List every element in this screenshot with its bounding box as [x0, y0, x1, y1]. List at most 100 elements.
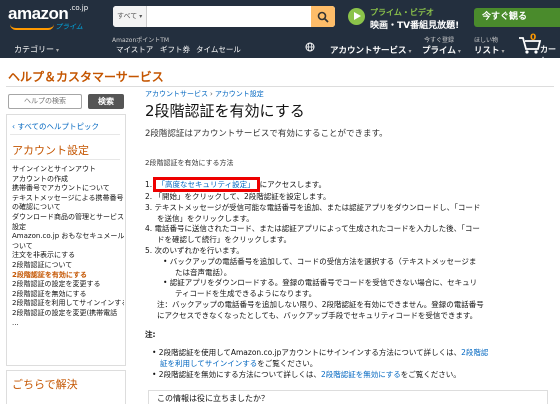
sidebar-topic-list: サインインとサインアウト アカウントの作成 携帯番号でアカウントについて テキス… [12, 165, 124, 328]
sidebar-item[interactable]: テキストメッセージによる携帯番号 [12, 194, 124, 204]
sidebar-item[interactable]: 2段階認証を無効にする [12, 290, 124, 300]
breadcrumb-separator: › [210, 90, 213, 98]
note-text: • 2段階認証を無効にする方法について詳しくは、 [152, 370, 321, 379]
sidebar-heading-2: ごちらで解決 [12, 378, 78, 391]
sidebar-item[interactable]: ダウンロード商品の管理とサービス [12, 213, 124, 223]
note-text: をご覧ください。 [400, 370, 461, 379]
signin-2sv-link[interactable]: 2段階認 [461, 348, 488, 357]
chevron-down-icon: ▾ [139, 13, 143, 20]
search-button[interactable] [311, 6, 335, 27]
sidebar-item[interactable]: 2段階認証の設定を変更(携帯電話 [12, 309, 124, 319]
prime-label: プライム [422, 46, 456, 56]
step-3: 3. テキストメッセージが受信可能な電話番号を追加、または認証アプリをダウンロー… [145, 202, 481, 212]
disable-2sv-link[interactable]: 2段階認証を無効にする [321, 370, 401, 379]
breadcrumb: アカウントサービス › アカウント設定 [145, 89, 264, 99]
sidebar-item[interactable]: 携帯番号でアカウントについて [12, 184, 124, 194]
help-search-input[interactable] [8, 94, 82, 109]
chevron-down-icon: ▾ [457, 48, 461, 55]
breadcrumb-link[interactable]: アカウント設定 [215, 90, 264, 98]
step-text: にアクセスします。 [259, 180, 326, 189]
step-3-cont: を送信」をクリックします。 [157, 213, 254, 223]
top-nav: amazon.co.jp プライム すべて ▾ プライム・ビデオ 映画・TV番組見… [0, 0, 560, 65]
chevron-down-icon: ▾ [56, 47, 60, 54]
inline-note: 注：バックアップの電話番号を追加しない限り、2段階認証を有効にできません。登録の… [157, 299, 484, 309]
note-text: • 2段階認証を使用してAmazon.co.jpアカウントにサインインする方法に… [152, 348, 462, 357]
search-department-select[interactable]: すべて ▾ [113, 6, 147, 27]
help-search-button[interactable]: 検索 [88, 94, 124, 109]
chevron-down-icon: ▾ [408, 48, 412, 55]
step-1: 1. 「高度なセキュリティ設定」 にアクセスします。 [145, 177, 550, 192]
note-item-1-cont: 証を利用してサインインするをご覧ください。 [152, 358, 547, 369]
sidebar-item[interactable]: 2段階認証を利用してサインインする [12, 299, 124, 309]
divider [10, 159, 120, 160]
search-bar: すべて ▾ [113, 6, 335, 27]
help-page-title[interactable]: ヘルプ＆カスタマーサービス [8, 68, 164, 85]
nav-link-giftcard[interactable]: ギフト券 [160, 44, 190, 55]
note-item-2: • 2段階認証を無効にする方法について詳しくは、2段階認証を無効にするをご覧くだ… [152, 369, 547, 380]
prime-video-tagline: 映画・TV番組見放題! [370, 21, 460, 31]
cart-count: 0 [530, 33, 537, 43]
sidebar-heading: アカウント設定 [12, 144, 89, 157]
sidebar-item[interactable]: 注文を非表示にする [12, 251, 124, 261]
sidebar-item[interactable]: ついて [12, 242, 124, 252]
sidebar-item[interactable]: 設定 [12, 223, 124, 233]
amazon-logo[interactable]: amazon.co.jp プライム [8, 4, 92, 34]
note-text: をご覧ください。 [257, 359, 318, 368]
feedback-box: この情報は役に立ちましたか？ [148, 390, 548, 404]
watch-now-button[interactable]: 今すぐ観る [474, 8, 560, 27]
prime-video-banner[interactable]: プライム・ビデオ 映画・TV番組見放題! [344, 5, 474, 31]
sidebar-item[interactable]: の確認について [12, 203, 124, 213]
step-5-bullet-1: • バックアップの電話番号を追加して、コードの受信方法を選択する（テキストメッセ… [163, 256, 477, 266]
search-input[interactable] [147, 6, 311, 27]
chevron-down-icon: ▾ [501, 48, 505, 55]
notes-list: • 2段階認証を使用してAmazon.co.jpアカウントにサインインする方法に… [152, 347, 547, 380]
prime-menu[interactable]: プライム ▾ [422, 44, 461, 56]
language-globe-icon[interactable] [305, 42, 315, 54]
logo-text: amazon [8, 4, 69, 23]
play-icon [348, 8, 365, 25]
wishlist-label: リスト [474, 46, 500, 56]
category-menu[interactable]: カテゴリー ▾ [14, 44, 59, 55]
nav-link-mystore[interactable]: マイストア [116, 44, 153, 55]
prime-signup-small: 今すぐ登録 [424, 37, 455, 44]
steps-list: 1. 「高度なセキュリティ設定」 にアクセスします。 2. 「開始」をクリックして… [145, 177, 550, 322]
search-department-label: すべて [117, 12, 138, 20]
inline-note-cont: にアクセスできなくなったとしても、バックアップ手段でセキュリティコードを受信でき… [157, 310, 478, 320]
note-label: 注: [145, 330, 156, 339]
note-item-1: • 2段階認証を使用してAmazon.co.jpアカウントにサインインする方法に… [152, 347, 547, 358]
sidebar-item[interactable]: 2段階認証の設定を変更する [12, 280, 124, 290]
sidebar-item[interactable]: Amazon.co.jp おもなセキュメールに [12, 232, 124, 242]
logo-suffix: .co.jp [69, 4, 89, 12]
smile-icon [10, 24, 54, 30]
prime-video-title: プライム・ビデオ [370, 8, 434, 17]
signin-2sv-link-cont[interactable]: 証を利用してサインインする [160, 359, 257, 368]
wishlist-menu[interactable]: リスト ▾ [474, 44, 505, 56]
sidebar-item-active[interactable]: 2段階認証を有効にする [12, 271, 124, 281]
divider [6, 86, 554, 87]
logo-prime-text: プライム [55, 23, 83, 31]
step-2: 2. 「開始」をクリックして、2段階認証を設定します。 [145, 192, 331, 201]
step-5-bullet-2: • 認証アプリをダウンロードする。登録の電話番号でコードを受信できない場合に、セ… [163, 278, 478, 288]
page-title: 2段階認証を有効にする [145, 102, 305, 120]
sidebar-item[interactable]: アカウントの作成 [12, 175, 124, 185]
account-label: アカウントサービス [330, 46, 407, 56]
wishlist-small: ほしい物 [474, 37, 499, 44]
all-help-topics-link[interactable]: ‹ すべてのヘルプトピック [12, 121, 99, 132]
intro-text: 2段階認証はアカウントサービスで有効にすることができます。 [145, 129, 388, 139]
step-4-cont: ドを確認して続行」をクリックします。 [157, 235, 292, 245]
sidebar-item[interactable]: 2段階認証について [12, 261, 124, 271]
advanced-security-settings-link[interactable]: 「高度なセキュリティ設定」 [152, 177, 260, 192]
step-5: 5. 次のいずれかを行います。 [145, 245, 244, 255]
cart-label[interactable]: カート [540, 44, 560, 66]
breadcrumb-link[interactable]: アカウントサービス [145, 90, 208, 98]
step-5-bullet-2-cont: ティコードを生成できるようになります。 [175, 289, 317, 299]
divider [10, 134, 120, 135]
nav-link-timesale[interactable]: タイムセール [196, 44, 241, 55]
account-menu[interactable]: アカウントサービス ▾ [330, 44, 412, 56]
sidebar-item[interactable]: ... [12, 319, 124, 329]
search-icon [317, 11, 329, 23]
steps-heading: 2段階認証を有効にする方法 [145, 159, 234, 167]
step-4: 4. 電話番号に送信されたコード、または認証アプリによって生成されたコードを入力… [145, 224, 480, 234]
sidebar-item[interactable]: サインインとサインアウト [12, 165, 124, 175]
points-label: AmazonポイントTM [112, 37, 170, 44]
